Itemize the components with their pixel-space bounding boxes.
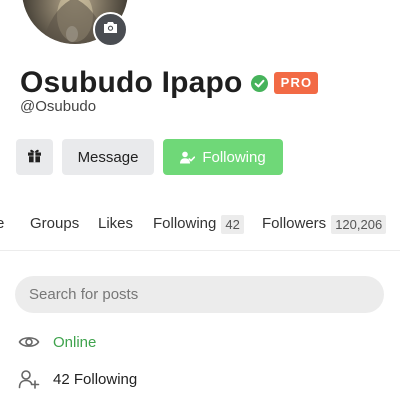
profile-page: Osubudo Ipapo PRO @Osubudo Message Follo… xyxy=(0,0,400,400)
profile-tabs: e Groups Likes Following 42 Followers 12… xyxy=(0,212,400,236)
display-name: Osubudo Ipapo xyxy=(20,66,243,99)
message-button[interactable]: Message xyxy=(62,139,154,175)
verified-icon xyxy=(250,74,268,92)
online-status-row: Online xyxy=(18,331,96,353)
tab-label: Followers xyxy=(262,215,327,232)
tab-label: Groups xyxy=(30,215,80,232)
gift-button[interactable] xyxy=(16,139,53,175)
following-summary: 42 Following xyxy=(53,370,138,388)
tab-partial[interactable]: e xyxy=(0,212,4,236)
divider xyxy=(0,250,400,251)
tab-likes[interactable]: Likes xyxy=(98,212,133,236)
tab-followers[interactable]: Followers 120,206 xyxy=(262,212,387,236)
pro-badge: PRO xyxy=(273,72,319,94)
following-button-label: Following xyxy=(202,148,266,166)
following-info-row[interactable]: 42 Following xyxy=(18,368,137,390)
user-plus-icon xyxy=(18,368,40,390)
tab-following[interactable]: Following 42 xyxy=(153,212,244,236)
search-input[interactable] xyxy=(15,276,384,313)
eye-icon xyxy=(18,331,40,353)
gift-icon xyxy=(27,148,42,167)
change-avatar-button[interactable] xyxy=(93,12,128,47)
user-check-icon xyxy=(180,151,196,164)
username: @Osubudo xyxy=(20,98,97,115)
tab-label: Likes xyxy=(98,215,134,232)
tab-label: e xyxy=(0,215,5,232)
tab-groups[interactable]: Groups xyxy=(30,212,79,236)
online-status: Online xyxy=(53,333,97,351)
camera-icon xyxy=(103,21,118,39)
followers-count: 120,206 xyxy=(331,214,387,234)
following-count: 42 xyxy=(221,214,244,234)
profile-name-row: Osubudo Ipapo PRO xyxy=(20,64,319,102)
following-button[interactable]: Following xyxy=(163,139,283,175)
tab-label: Following xyxy=(153,215,217,232)
